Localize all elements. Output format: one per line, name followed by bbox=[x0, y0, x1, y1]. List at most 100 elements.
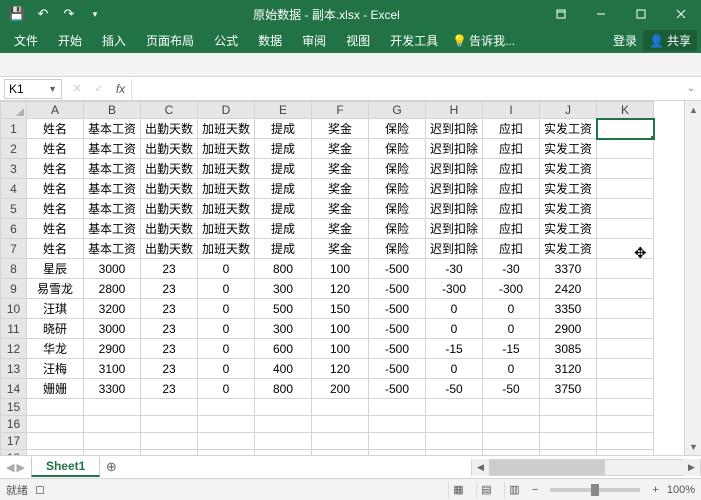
qat-customize-icon[interactable]: ▾ bbox=[84, 3, 106, 25]
cell-E5[interactable]: 提成 bbox=[255, 199, 312, 219]
view-pagebreak-icon[interactable]: ▥ bbox=[504, 482, 524, 498]
cell-A12[interactable]: 华龙 bbox=[27, 339, 84, 359]
cell-E15[interactable] bbox=[255, 399, 312, 416]
cell-K11[interactable] bbox=[597, 319, 654, 339]
formula-input[interactable] bbox=[132, 79, 681, 99]
cell-H9[interactable]: -300 bbox=[426, 279, 483, 299]
cell-E16[interactable] bbox=[255, 416, 312, 433]
cell-A6[interactable]: 姓名 bbox=[27, 219, 84, 239]
tab-data[interactable]: 数据 bbox=[248, 28, 292, 53]
maximize-icon[interactable] bbox=[621, 0, 661, 28]
worksheet-grid[interactable]: ABCDEFGHIJK1姓名基本工资出勤天数加班天数提成奖金保险迟到扣除应扣实发… bbox=[0, 101, 684, 455]
view-pagelayout-icon[interactable]: ▤ bbox=[476, 482, 496, 498]
cell-H15[interactable] bbox=[426, 399, 483, 416]
cell-H10[interactable]: 0 bbox=[426, 299, 483, 319]
cell-E7[interactable]: 提成 bbox=[255, 239, 312, 259]
cell-C9[interactable]: 23 bbox=[141, 279, 198, 299]
cell-E8[interactable]: 800 bbox=[255, 259, 312, 279]
cell-J6[interactable]: 实发工资 bbox=[540, 219, 597, 239]
cell-J9[interactable]: 2420 bbox=[540, 279, 597, 299]
cell-G14[interactable]: -500 bbox=[369, 379, 426, 399]
expand-formula-icon[interactable]: ⌄ bbox=[681, 83, 701, 94]
cell-C2[interactable]: 出勤天数 bbox=[141, 139, 198, 159]
cell-H16[interactable] bbox=[426, 416, 483, 433]
cell-I12[interactable]: -15 bbox=[483, 339, 540, 359]
cell-I13[interactable]: 0 bbox=[483, 359, 540, 379]
horizontal-scrollbar[interactable]: ◀ ▶ bbox=[471, 459, 701, 476]
tab-review[interactable]: 审阅 bbox=[292, 28, 336, 53]
cell-I16[interactable] bbox=[483, 416, 540, 433]
cell-D16[interactable] bbox=[198, 416, 255, 433]
cell-K12[interactable] bbox=[597, 339, 654, 359]
cell-B14[interactable]: 3300 bbox=[84, 379, 141, 399]
col-header-I[interactable]: I bbox=[483, 102, 540, 119]
cell-H8[interactable]: -30 bbox=[426, 259, 483, 279]
cell-G16[interactable] bbox=[369, 416, 426, 433]
row-header-6[interactable]: 6 bbox=[1, 219, 27, 239]
cell-G6[interactable]: 保险 bbox=[369, 219, 426, 239]
cell-J17[interactable] bbox=[540, 433, 597, 450]
cell-B11[interactable]: 3000 bbox=[84, 319, 141, 339]
cell-G17[interactable] bbox=[369, 433, 426, 450]
cell-J2[interactable]: 实发工资 bbox=[540, 139, 597, 159]
row-header-8[interactable]: 8 bbox=[1, 259, 27, 279]
chevron-down-icon[interactable]: ▼ bbox=[48, 84, 57, 94]
cell-K7[interactable] bbox=[597, 239, 654, 259]
cell-A1[interactable]: 姓名 bbox=[27, 119, 84, 139]
cell-I11[interactable]: 0 bbox=[483, 319, 540, 339]
cell-D15[interactable] bbox=[198, 399, 255, 416]
cell-A11[interactable]: 晓研 bbox=[27, 319, 84, 339]
cell-K13[interactable] bbox=[597, 359, 654, 379]
redo-icon[interactable]: ↷ bbox=[58, 3, 80, 25]
cell-C10[interactable]: 23 bbox=[141, 299, 198, 319]
row-header-9[interactable]: 9 bbox=[1, 279, 27, 299]
tab-developer[interactable]: 开发工具 bbox=[380, 28, 448, 53]
cell-E9[interactable]: 300 bbox=[255, 279, 312, 299]
cell-C7[interactable]: 出勤天数 bbox=[141, 239, 198, 259]
cell-F6[interactable]: 奖金 bbox=[312, 219, 369, 239]
cell-J18[interactable] bbox=[540, 450, 597, 456]
cell-C14[interactable]: 23 bbox=[141, 379, 198, 399]
cell-F17[interactable] bbox=[312, 433, 369, 450]
cell-E6[interactable]: 提成 bbox=[255, 219, 312, 239]
row-header-15[interactable]: 15 bbox=[1, 399, 27, 416]
cell-C17[interactable] bbox=[141, 433, 198, 450]
cell-F5[interactable]: 奖金 bbox=[312, 199, 369, 219]
cell-D4[interactable]: 加班天数 bbox=[198, 179, 255, 199]
cell-E2[interactable]: 提成 bbox=[255, 139, 312, 159]
cell-F18[interactable] bbox=[312, 450, 369, 456]
cell-F15[interactable] bbox=[312, 399, 369, 416]
cell-E3[interactable]: 提成 bbox=[255, 159, 312, 179]
cell-B13[interactable]: 3100 bbox=[84, 359, 141, 379]
cell-H4[interactable]: 迟到扣除 bbox=[426, 179, 483, 199]
cell-I6[interactable]: 应扣 bbox=[483, 219, 540, 239]
cell-I5[interactable]: 应扣 bbox=[483, 199, 540, 219]
row-header-3[interactable]: 3 bbox=[1, 159, 27, 179]
cell-A9[interactable]: 易雪龙 bbox=[27, 279, 84, 299]
tab-home[interactable]: 开始 bbox=[48, 28, 92, 53]
undo-icon[interactable]: ↶ bbox=[32, 3, 54, 25]
cell-F16[interactable] bbox=[312, 416, 369, 433]
cell-I3[interactable]: 应扣 bbox=[483, 159, 540, 179]
tab-formulas[interactable]: 公式 bbox=[204, 28, 248, 53]
row-header-18[interactable]: 18 bbox=[1, 450, 27, 456]
cell-D11[interactable]: 0 bbox=[198, 319, 255, 339]
cell-G13[interactable]: -500 bbox=[369, 359, 426, 379]
cell-B8[interactable]: 3000 bbox=[84, 259, 141, 279]
cell-D5[interactable]: 加班天数 bbox=[198, 199, 255, 219]
cell-J8[interactable]: 3370 bbox=[540, 259, 597, 279]
cell-K6[interactable] bbox=[597, 219, 654, 239]
macro-record-icon[interactable] bbox=[36, 486, 44, 494]
cell-F9[interactable]: 120 bbox=[312, 279, 369, 299]
cell-A3[interactable]: 姓名 bbox=[27, 159, 84, 179]
cell-C15[interactable] bbox=[141, 399, 198, 416]
cell-C18[interactable] bbox=[141, 450, 198, 456]
tab-file[interactable]: 文件 bbox=[4, 28, 48, 53]
cell-J15[interactable] bbox=[540, 399, 597, 416]
zoom-handle[interactable] bbox=[591, 484, 599, 496]
scroll-left-icon[interactable]: ◀ bbox=[472, 459, 489, 476]
cell-J10[interactable]: 3350 bbox=[540, 299, 597, 319]
cell-J12[interactable]: 3085 bbox=[540, 339, 597, 359]
cell-D13[interactable]: 0 bbox=[198, 359, 255, 379]
zoom-in-icon[interactable]: + bbox=[652, 484, 658, 496]
